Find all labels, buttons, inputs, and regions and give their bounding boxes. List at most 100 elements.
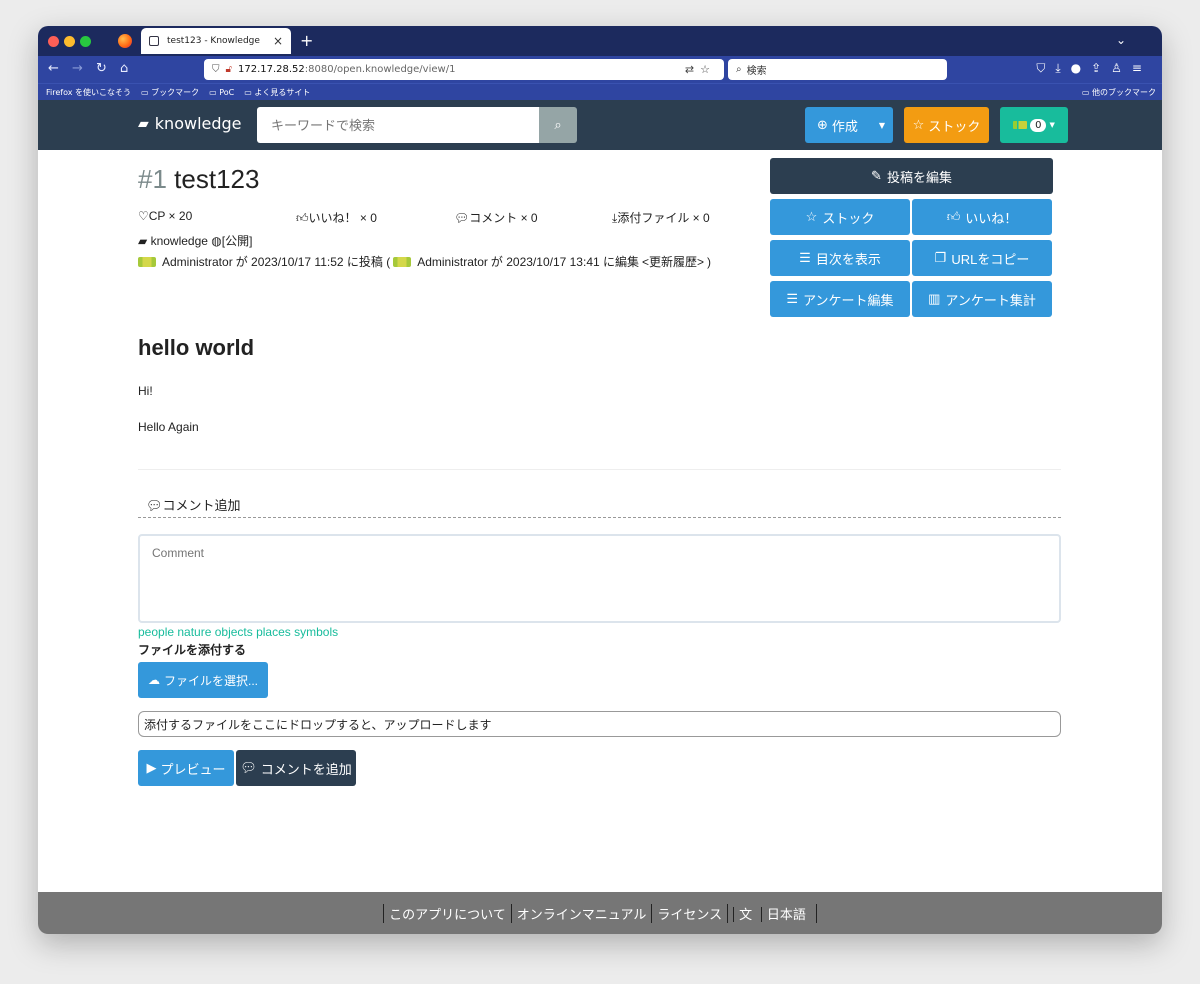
close-paren: )	[707, 254, 712, 269]
comment-section-title: 💬︎コメント追加	[146, 498, 241, 513]
author-name[interactable]: Administrator	[162, 255, 233, 269]
history-link[interactable]: <更新履歴>	[642, 253, 704, 270]
page-favicon-icon	[149, 36, 159, 46]
tab-title: test123 - Knowledge	[167, 36, 260, 46]
reload-icon[interactable]: ↻	[96, 61, 107, 76]
copy-url-button[interactable]: ❐ URLをコピー	[912, 240, 1052, 276]
bookmark-item[interactable]: ▭ よく見るサイト	[244, 87, 310, 98]
group-link[interactable]: knowledge	[151, 234, 208, 248]
insecure-lock-icon[interactable]: 🔓︎	[226, 64, 232, 75]
divider	[138, 517, 1061, 518]
survey-edit-button[interactable]: ☰ アンケート編集	[770, 281, 910, 317]
book-icon: ▰	[138, 115, 149, 132]
avatar	[393, 256, 412, 267]
caret-down-icon[interactable]: ▼	[879, 121, 885, 130]
language-icon: 文	[733, 906, 758, 922]
comment-textarea[interactable]	[138, 534, 1061, 623]
shield-icon[interactable]: ⛉	[212, 64, 220, 75]
brand-name: knowledge	[154, 114, 242, 133]
attachments-stat[interactable]: ⤓添付ファイル × 0	[612, 209, 710, 226]
toc-button[interactable]: ☰ 目次を表示	[770, 240, 910, 276]
other-bookmarks[interactable]: ▭ 他のブックマーク	[1082, 87, 1156, 98]
comment-icon: 💬︎	[240, 760, 257, 775]
url-path: :8080/open.knowledge/view/1	[304, 64, 456, 75]
close-tab-icon[interactable]: ×	[273, 34, 283, 48]
home-icon[interactable]: ⌂	[120, 61, 128, 76]
url-host: 172.17.28.52	[237, 64, 305, 75]
caret-down-icon: ▼	[1049, 121, 1055, 129]
create-button[interactable]: ⊕ 作成 ▼	[805, 107, 893, 143]
maximize-window-button[interactable]	[80, 36, 91, 47]
browser-window: test123 - Knowledge × + ⌄ ← → ↻ ⌂ ⛉ 🔓︎ 1…	[38, 26, 1162, 934]
search-icon: ⌕	[736, 64, 742, 75]
heart-icon: ♡	[138, 209, 149, 223]
stock-header-button[interactable]: ☆ ストック	[904, 107, 989, 143]
article-paragraph: Hello Again	[138, 420, 199, 434]
posted-info: が 2023/10/17 11:52 に投稿 (	[235, 255, 391, 269]
footer: このアプリについて オンラインマニュアル ライセンス 文 日本語	[38, 892, 1162, 934]
edited-info: が 2023/10/17 13:41 に編集	[490, 255, 639, 269]
keyword-search-input[interactable]	[257, 107, 539, 143]
comments-stat[interactable]: 💬︎コメント × 0	[454, 209, 538, 226]
article-group: ▰ knowledge ◍[公開]	[138, 232, 252, 249]
bookmark-item[interactable]: Firefox を使いこなそう	[46, 87, 131, 98]
avatar	[138, 256, 156, 267]
star-icon: ☆	[912, 117, 925, 133]
bookmark-item[interactable]: ▭ ブックマーク	[141, 87, 199, 98]
comments-icon: 💬︎	[454, 211, 470, 225]
stock-button[interactable]: ☆ ストック	[770, 199, 910, 235]
edit-icon: ✎	[871, 168, 882, 183]
article-number: #1	[138, 164, 167, 194]
browser-toolbar: ← → ↻ ⌂ ⛉ 🔓︎ 172.17.28.52 :8080/open.kno…	[38, 56, 1162, 83]
footer-license-link[interactable]: ライセンス	[651, 903, 727, 923]
user-menu-button[interactable]: 0 ▼	[1000, 107, 1068, 143]
create-label: 作成	[831, 119, 858, 135]
attach-file-label: ファイルを添付する	[138, 643, 247, 657]
browser-search-input[interactable]: ⌕ 検索	[728, 59, 947, 80]
bookmarks-bar: Firefox を使いこなそう ▭ ブックマーク ▭ PoC ▭ よく見るサイト…	[38, 83, 1162, 100]
url-bar[interactable]: ⛉ 🔓︎ 172.17.28.52 :8080/open.knowledge/v…	[204, 59, 724, 80]
minimize-window-button[interactable]	[64, 36, 75, 47]
preview-button[interactable]: ▶ プレビュー	[138, 750, 234, 786]
copy-icon: ❐	[934, 250, 947, 265]
toolbar-extension-icons[interactable]: ⛉⤓●⇪♙≡	[1036, 61, 1152, 76]
back-icon[interactable]: ←	[48, 61, 59, 76]
new-tab-icon[interactable]: +	[300, 31, 313, 50]
page-title: #1 test123	[138, 164, 259, 195]
chevron-down-icon[interactable]: ⌄	[1116, 33, 1126, 47]
search-icon: ⌕	[554, 117, 562, 133]
bookmark-item[interactable]: ▭ PoC	[209, 88, 234, 97]
add-comment-button[interactable]: 💬︎ コメントを追加	[236, 750, 356, 786]
stock-label: ストック	[928, 119, 981, 135]
edit-post-button[interactable]: ✎ 投稿を編集	[770, 158, 1053, 194]
footer-manual-link[interactable]: オンラインマニュアル	[510, 903, 652, 923]
like-button[interactable]: 👍︎ いいね！	[912, 199, 1052, 235]
browser-tab-active[interactable]: test123 - Knowledge ×	[141, 28, 291, 54]
globe-icon: ◍	[211, 234, 222, 248]
search-button[interactable]: ⌕	[539, 107, 577, 143]
list-icon: ☰	[799, 250, 811, 265]
choose-file-button[interactable]: ☁ ファイルを選択...	[138, 662, 268, 698]
main-content: #1 test123 ♡CP × 20 👍︎いいね！ × 0 💬︎コメント × …	[38, 150, 1162, 892]
forward-icon[interactable]: →	[72, 61, 83, 76]
emoji-category-links[interactable]: people nature objects places symbols	[138, 625, 338, 639]
cp-stat: ♡CP × 20	[138, 209, 193, 223]
tab-bar: test123 - Knowledge × + ⌄	[38, 26, 1162, 56]
article-heading: hello world	[138, 335, 255, 360]
close-window-button[interactable]	[48, 36, 59, 47]
bookmark-star-icon[interactable]: ⇄☆	[685, 63, 716, 76]
plus-circle-icon: ⊕	[817, 117, 828, 133]
footer-about-link[interactable]: このアプリについて	[383, 903, 511, 923]
survey-stats-button[interactable]: ▥ アンケート集計	[912, 281, 1052, 317]
footer-language-link[interactable]: 文 日本語	[727, 903, 817, 923]
comment-icon: 💬︎	[146, 498, 163, 513]
editor-name[interactable]: Administrator	[417, 255, 488, 269]
notification-badge: 0	[1030, 118, 1047, 132]
thumbs-up-icon: 👍︎	[296, 211, 309, 225]
thumbs-up-icon: 👍︎	[946, 209, 961, 224]
brand-link[interactable]: ▰ knowledge	[138, 114, 242, 133]
divider	[138, 469, 1061, 470]
list-icon: ☰	[786, 291, 799, 306]
file-dropzone[interactable]: 添付するファイルをここにドロップすると、アップロードします	[138, 711, 1061, 737]
likes-stat[interactable]: 👍︎いいね！ × 0	[296, 209, 377, 226]
